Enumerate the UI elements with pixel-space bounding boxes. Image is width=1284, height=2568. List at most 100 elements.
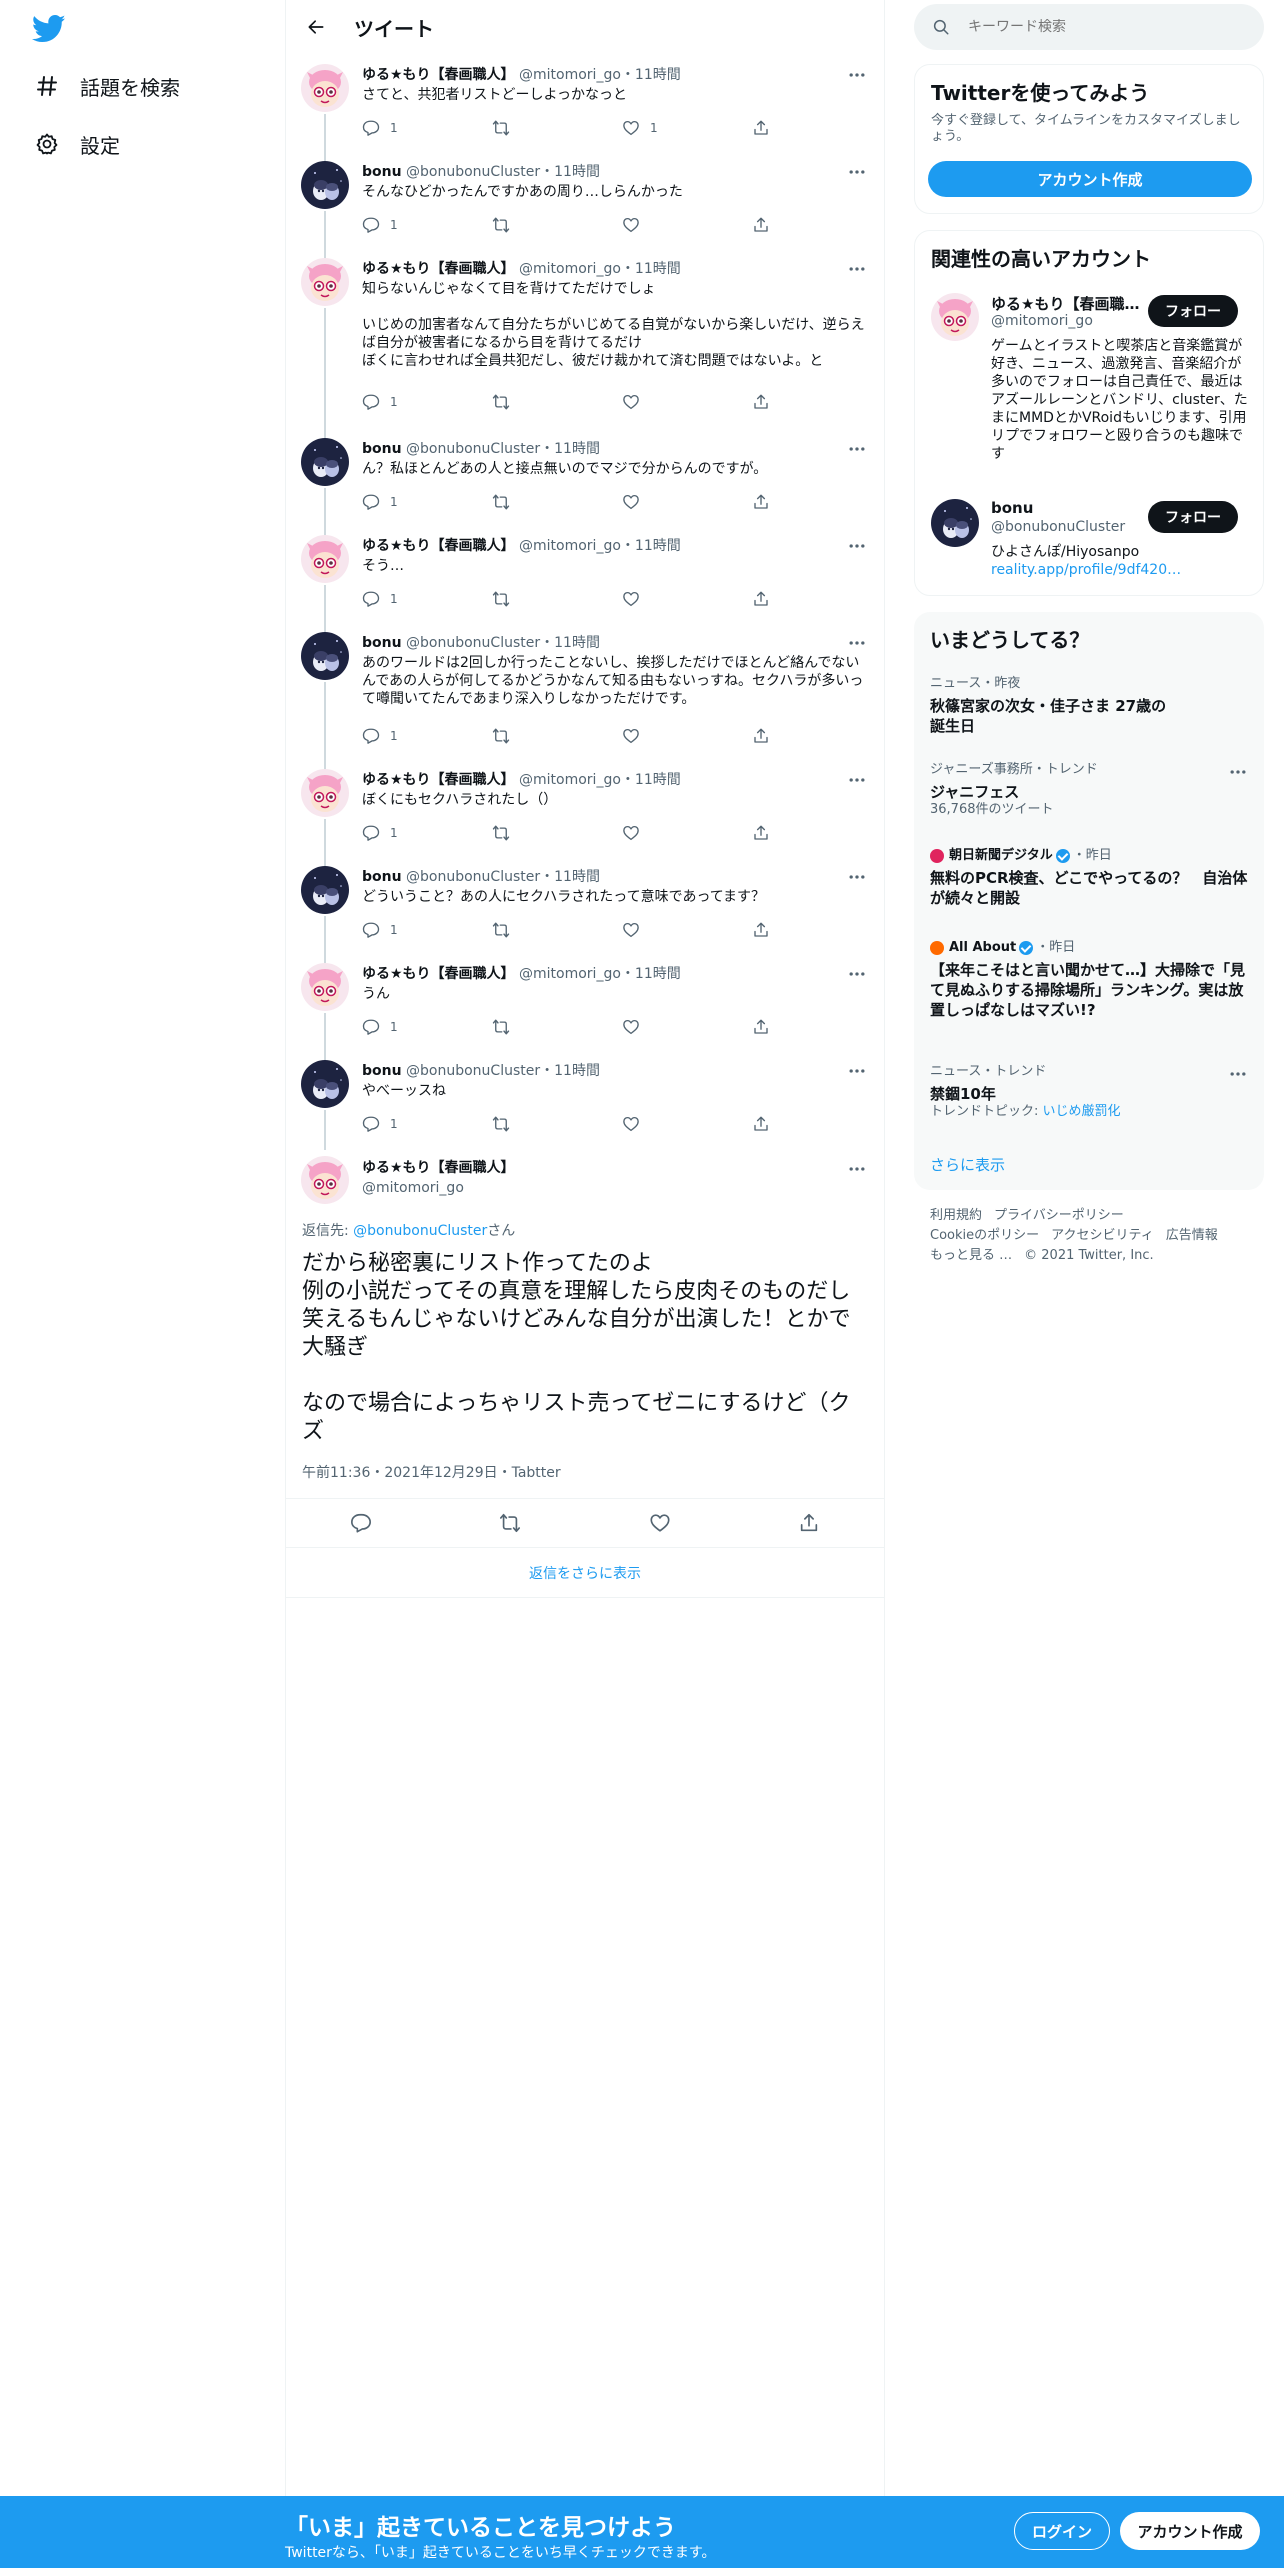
nav-explore[interactable]: 話題を検索 — [34, 66, 180, 106]
trend-item[interactable]: ニュース・昨夜 秋篠宮家の次女・佳子さま 27歳の 誕生日 — [930, 676, 1250, 736]
footer-link[interactable]: もっと見る … — [930, 1248, 1012, 1263]
avatar[interactable] — [301, 632, 349, 680]
reply-button[interactable]: 1 — [362, 823, 492, 843]
author-handle[interactable]: @mitomori_go — [362, 1178, 515, 1198]
share-icon[interactable] — [798, 1512, 820, 1534]
share-button[interactable] — [752, 492, 792, 512]
like-button[interactable] — [622, 589, 752, 609]
author-name[interactable]: bonu — [362, 1063, 402, 1079]
tweet-time[interactable]: 11時間 — [554, 164, 600, 180]
more-options-button[interactable] — [846, 868, 868, 886]
account-handle[interactable]: @bonubonuCluster — [991, 519, 1125, 535]
retweet-button[interactable] — [492, 823, 622, 843]
author-name[interactable]: ゆる★もり【春画職人】 — [362, 67, 515, 83]
avatar[interactable] — [301, 438, 349, 486]
more-options-button[interactable] — [846, 163, 868, 181]
avatar[interactable] — [301, 1156, 349, 1204]
footer-link[interactable]: Cookieのポリシー — [930, 1228, 1039, 1243]
author-name[interactable]: bonu — [362, 869, 402, 885]
author-handle[interactable]: @bonubonuCluster — [406, 869, 540, 885]
trends-show-more-link[interactable]: さらに表示 — [930, 1154, 1005, 1175]
tweet-time[interactable]: 11時間 — [635, 772, 681, 788]
share-button[interactable] — [752, 118, 792, 138]
tweet-time[interactable]: 11時間 — [554, 635, 600, 651]
trend-item[interactable]: All About ・昨日 【来年こそはと言い聞かせて…】大掃除で「見て見ぬふりする… — [930, 940, 1250, 1020]
tweet[interactable]: ゆる★もり【春画職人】 @mitomori_go・11時間 知らないんじゃなくて目… — [286, 252, 884, 432]
avatar[interactable] — [931, 499, 979, 547]
tweet[interactable]: bonu @bonubonuCluster・11時間 あのワールドは2回しか行った… — [286, 626, 884, 763]
more-options-button[interactable] — [846, 1062, 868, 1080]
account-handle[interactable]: @mitomori_go — [991, 313, 1093, 329]
tweet-time[interactable]: 11時間 — [554, 441, 600, 457]
more-options-button[interactable] — [846, 440, 868, 458]
tweet[interactable]: ゆる★もり【春画職人】 @mitomori_go・11時間 ぼくにもセクハラされた… — [286, 763, 884, 860]
reply-button[interactable]: 1 — [362, 1114, 492, 1134]
retweet-button[interactable] — [492, 492, 622, 512]
retweet-button[interactable] — [492, 589, 622, 609]
like-button[interactable] — [622, 726, 752, 746]
login-button[interactable]: ログイン — [1014, 2512, 1110, 2550]
related-account[interactable]: bonu @bonubonuCluster ひよさんぽ/Hiyosanpo reali… — [931, 499, 1251, 579]
reply-to-link[interactable]: @bonubonuCluster — [353, 1223, 487, 1239]
like-button[interactable]: 1 — [622, 118, 752, 138]
more-options-button[interactable] — [846, 260, 868, 278]
author-handle[interactable]: @mitomori_go — [519, 67, 621, 83]
avatar[interactable] — [301, 535, 349, 583]
like-button[interactable] — [622, 492, 752, 512]
reply-button[interactable]: 1 — [362, 589, 492, 609]
back-button[interactable] — [298, 9, 334, 45]
more-options-button[interactable] — [846, 1160, 868, 1178]
trend-item[interactable]: ニュース・トレンド 禁錮10年 トレンドトピック: いじめ厳罰化 — [930, 1064, 1250, 1120]
author-handle[interactable]: @mitomori_go — [519, 966, 621, 982]
avatar[interactable] — [301, 769, 349, 817]
follow-button[interactable]: フォロー — [1148, 295, 1238, 327]
reply-button[interactable]: 1 — [362, 1017, 492, 1037]
more-options-button[interactable] — [846, 771, 868, 789]
tweet[interactable]: ゆる★もり【春画職人】 @mitomori_go・11時間 さてと、共犯者リストど… — [286, 58, 884, 155]
account-name[interactable]: bonu — [991, 499, 1151, 517]
share-button[interactable] — [752, 589, 792, 609]
author-handle[interactable]: @bonubonuCluster — [406, 635, 540, 651]
retweet-button[interactable] — [492, 392, 622, 412]
search-bar[interactable] — [914, 4, 1264, 50]
retweet-button[interactable] — [492, 118, 622, 138]
more-options-button[interactable] — [1228, 762, 1250, 780]
create-account-button[interactable]: アカウント作成 — [928, 161, 1252, 197]
author-name[interactable]: bonu — [362, 441, 402, 457]
tweet-time[interactable]: 11時間 — [635, 261, 681, 277]
tweet[interactable]: ゆる★もり【春画職人】 @mitomori_go・11時間 うん 1 — [286, 957, 884, 1054]
tweet-time[interactable]: 11時間 — [554, 869, 600, 885]
share-button[interactable] — [752, 1114, 792, 1134]
footer-link[interactable]: 広告情報 — [1166, 1228, 1218, 1243]
signup-button[interactable]: アカウント作成 — [1120, 2512, 1260, 2550]
author-name[interactable]: ゆる★もり【春画職人】 — [362, 538, 515, 554]
author-handle[interactable]: @bonubonuCluster — [406, 441, 540, 457]
reply-button[interactable]: 1 — [362, 726, 492, 746]
share-button[interactable] — [752, 920, 792, 940]
like-button[interactable] — [622, 920, 752, 940]
reply-button[interactable]: 1 — [362, 118, 492, 138]
related-account[interactable]: ゆる★もり【春画職人】 @mitomori_go ゲームとイラストと喫茶店と音楽鑑賞… — [931, 293, 1251, 483]
reply-button[interactable]: 1 — [362, 392, 492, 412]
like-button[interactable] — [622, 823, 752, 843]
more-options-button[interactable] — [846, 66, 868, 84]
avatar[interactable] — [301, 1060, 349, 1108]
trend-item[interactable]: 朝日新聞デジタル ・昨日 無料のPCR検査、どこでやってるの？ 自治体が続々と開設 — [930, 848, 1250, 908]
like-button[interactable] — [622, 1017, 752, 1037]
share-button[interactable] — [752, 215, 792, 235]
author-handle[interactable]: @bonubonuCluster — [406, 1063, 540, 1079]
avatar[interactable] — [301, 258, 349, 306]
avatar[interactable] — [301, 963, 349, 1011]
author-name[interactable]: ゆる★もり【春画職人】 — [362, 772, 515, 788]
share-button[interactable] — [752, 1017, 792, 1037]
more-options-button[interactable] — [846, 965, 868, 983]
retweet-button[interactable] — [492, 726, 622, 746]
trend-item[interactable]: ジャニーズ事務所・トレンド ジャニフェス 36,768件のツイート — [930, 762, 1250, 818]
retweet-icon[interactable] — [499, 1512, 521, 1534]
reply-button[interactable]: 1 — [362, 215, 492, 235]
like-button[interactable] — [622, 392, 752, 412]
tweet[interactable]: bonu @bonubonuCluster・11時間 そんなひどかったんですかあの… — [286, 155, 884, 252]
tweet-time[interactable]: 11時間 — [635, 538, 681, 554]
author-name[interactable]: ゆる★もり【春画職人】 — [362, 966, 515, 982]
footer-link[interactable]: アクセシビリティ — [1051, 1228, 1154, 1243]
